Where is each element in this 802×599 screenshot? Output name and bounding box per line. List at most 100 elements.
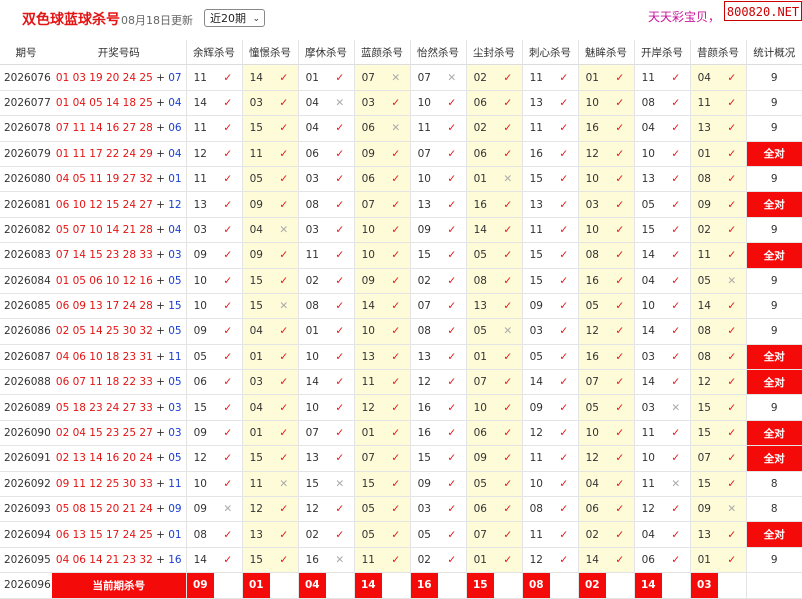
blue-ball: 05: [168, 274, 182, 287]
current-kill-number: 16: [409, 572, 438, 599]
kill-value: 11: [633, 420, 662, 447]
blue-ball: 05: [168, 376, 182, 389]
kill-table: 期号 开奖号码 余辉杀号 憧憬杀号 摩休杀号 蓝颜杀号 怡然杀号 尘封杀号 刺心杀号 魅眸杀号…: [0, 40, 802, 599]
empty-cell: [326, 572, 354, 599]
kill-value: 06: [465, 90, 494, 117]
check-icon: ✓: [382, 90, 410, 117]
check-icon: ✓: [270, 496, 298, 523]
kill-value: 13: [409, 344, 438, 371]
kill-value: 12: [241, 496, 270, 523]
stat-value: 9: [745, 166, 802, 193]
page-title: 双色球蓝球杀号: [22, 12, 120, 28]
check-icon: ✓: [438, 496, 466, 523]
check-icon: ✓: [550, 547, 578, 574]
kill-value: 02: [465, 64, 494, 91]
check-icon: ✓: [382, 166, 410, 193]
check-icon: ✓: [494, 471, 522, 498]
red-balls: 01 04 05 14 18 25: [55, 96, 153, 109]
stat-all-correct-badge: 全对: [745, 369, 802, 396]
stat-all-correct-badge: 全对: [745, 344, 802, 371]
check-icon: ✓: [214, 318, 242, 345]
kill-value: 01: [689, 141, 718, 167]
check-icon: ✓: [662, 90, 690, 117]
check-icon: ✓: [662, 268, 690, 294]
current-kill-number: 15: [465, 572, 494, 599]
kill-value: 16: [577, 268, 606, 294]
table-row: 2026081 06 10 12 15 24 27 + 12 13 ✓ 09 ✓ 08 ✓ 07…: [0, 191, 802, 218]
blue-ball: 11: [168, 350, 182, 363]
check-icon: ✓: [606, 90, 634, 117]
issue-number: 2026084: [0, 268, 52, 294]
stat-value: 8: [745, 471, 802, 498]
issue-number: 2026088: [0, 369, 52, 396]
check-icon: ✓: [214, 64, 242, 91]
kill-value: 01: [297, 64, 326, 91]
kill-value: 11: [185, 64, 214, 91]
empty-cell: [438, 572, 466, 599]
kill-value: 10: [465, 394, 494, 421]
check-icon: ✓: [550, 344, 578, 371]
kill-value: 10: [633, 445, 662, 472]
kill-value: 10: [353, 242, 382, 269]
check-icon: ✓: [550, 166, 578, 193]
period-select-value: 近20期: [210, 12, 246, 25]
kill-value: 09: [409, 471, 438, 498]
red-balls: 06 09 13 17 24 28: [55, 300, 153, 313]
col-header-method: 摩休杀号: [297, 40, 354, 66]
cross-icon: ✕: [270, 471, 298, 498]
check-icon: ✓: [214, 471, 242, 498]
draw-numbers: 09 11 12 25 30 33 + 11: [52, 471, 186, 498]
check-icon: ✓: [214, 420, 242, 447]
check-icon: ✓: [718, 217, 746, 244]
cross-icon: ✕: [382, 64, 410, 91]
slogan-text: 天天彩宝贝，: [648, 10, 721, 24]
table-row: 2026095 04 06 14 21 23 32 + 16 14 ✓ 15 ✓ 16 ✕ 11…: [0, 547, 802, 574]
kill-value: 04: [689, 64, 718, 91]
check-icon: ✓: [718, 141, 746, 167]
empty-cell: [494, 572, 522, 599]
kill-value: 16: [521, 141, 550, 167]
issue-number: 2026089: [0, 394, 52, 421]
red-balls: 02 13 14 16 20 24: [55, 452, 153, 465]
kill-value: 10: [633, 141, 662, 167]
period-select[interactable]: 近20期 ⌄: [204, 9, 265, 27]
header-bar: 双色球蓝球杀号 08月18日更新 近20期 ⌄ 天天彩宝贝， 800820.NE…: [0, 0, 802, 40]
plus-sign: +: [152, 376, 169, 389]
check-icon: ✓: [382, 471, 410, 498]
kill-value: 11: [297, 242, 326, 269]
check-icon: ✓: [438, 394, 466, 421]
table-row: 2026094 06 13 15 17 24 25 + 01 08 ✓ 13 ✓ 02 ✓ 05…: [0, 521, 802, 548]
kill-value: 14: [241, 64, 270, 91]
kill-value: 08: [577, 242, 606, 269]
check-icon: ✓: [662, 115, 690, 142]
kill-value: 10: [353, 318, 382, 345]
check-icon: ✓: [606, 268, 634, 294]
kill-value: 11: [241, 471, 270, 498]
check-icon: ✓: [326, 141, 354, 167]
check-icon: ✓: [662, 547, 690, 574]
check-icon: ✓: [382, 369, 410, 396]
kill-value: 04: [633, 521, 662, 548]
check-icon: ✓: [214, 445, 242, 472]
kill-value: 14: [577, 547, 606, 574]
kill-value: 12: [409, 369, 438, 396]
check-icon: ✓: [494, 293, 522, 320]
issue-number: 2026077: [0, 90, 52, 117]
check-icon: ✓: [662, 191, 690, 218]
check-icon: ✓: [494, 191, 522, 218]
brand-logo[interactable]: 800820.NET: [724, 1, 802, 21]
kill-value: 11: [241, 141, 270, 167]
check-icon: ✓: [382, 420, 410, 447]
kill-value: 10: [577, 420, 606, 447]
kill-value: 01: [241, 420, 270, 447]
kill-value: 02: [409, 268, 438, 294]
check-icon: ✓: [214, 547, 242, 574]
kill-value: 08: [689, 166, 718, 193]
draw-numbers: 02 13 14 16 20 24 + 05: [52, 445, 186, 472]
plus-sign: +: [152, 71, 169, 84]
check-icon: ✓: [382, 293, 410, 320]
check-icon: ✓: [382, 217, 410, 244]
current-kill-number: 03: [689, 572, 718, 599]
check-icon: ✓: [214, 344, 242, 371]
kill-value: 06: [297, 141, 326, 167]
